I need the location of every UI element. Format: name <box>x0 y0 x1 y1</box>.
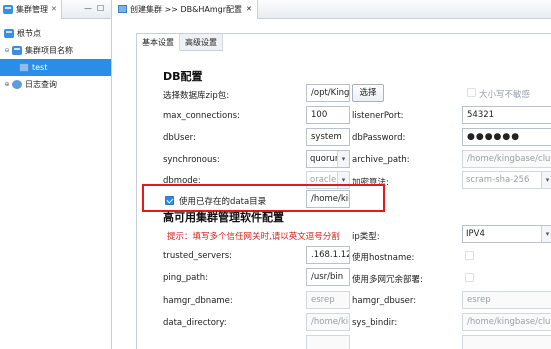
editor-panel: 创建集群 >> DB&HAmgr配置 ✕ 基本设置 高级设置 DB配置 选择数据… <box>113 0 551 349</box>
zip-path-field[interactable]: /opt/Kingb <box>306 84 350 102</box>
cluster-management-panel: 集群管理 ✕ — ☐ 根节点 ⊖ 集群项目名称 test ⊕ 日志查询 <box>0 0 112 349</box>
ping-path-field[interactable]: /usr/bin <box>306 268 350 286</box>
chevron-down-icon[interactable]: ▾ <box>541 172 551 188</box>
data-directory-label: data_directory: <box>163 318 227 328</box>
ha-section-title: 高可用集群管理软件配置 <box>163 211 284 224</box>
use-multi-redundant-label: 使用多网冗余部署: <box>352 275 423 285</box>
db-user-label: dbUser: <box>163 133 196 143</box>
chevron-down-icon[interactable]: ▾ <box>541 226 551 242</box>
node-icon <box>19 63 29 72</box>
cluster-icon <box>12 46 22 55</box>
archive-path-field[interactable]: /home/kingbase/cluster/ <box>462 150 551 168</box>
db-user-field[interactable]: system <box>306 128 350 146</box>
ip-type-label: ip类型: <box>352 232 380 242</box>
ip-type-value: IPV4 <box>466 229 485 239</box>
cluster-icon <box>3 4 13 14</box>
sys-bindir-field[interactable]: /home/kingbase/cluster/ <box>462 313 551 331</box>
tree-item-cluster-project[interactable]: ⊖ 集群项目名称 <box>0 42 111 59</box>
listener-port-label: listenerPort: <box>352 111 404 121</box>
chevron-down-icon[interactable]: ▾ <box>337 151 349 167</box>
sys-bindir-label: sys_bindir: <box>352 318 398 328</box>
use-hostname-label: 使用hostname: <box>352 253 415 263</box>
synchronous-label: synchronous: <box>163 155 220 165</box>
db-password-label: dbPassword: <box>352 133 406 143</box>
max-connections-field[interactable]: 100 <box>306 106 350 124</box>
tree-item-label: test <box>32 63 48 72</box>
hamgr-dbuser-label: hamgr_dbuser: <box>352 296 417 306</box>
maximize-icon[interactable]: ☐ <box>97 4 104 14</box>
use-hostname-checkbox[interactable] <box>465 251 474 260</box>
minimize-icon[interactable]: — <box>84 4 92 14</box>
close-icon[interactable]: ✕ <box>51 5 57 13</box>
tree-item-label: 日志查询 <box>25 80 57 89</box>
db-section-title: DB配置 <box>163 70 203 83</box>
cluster-panel-header: 集群管理 ✕ — ☐ <box>0 0 111 19</box>
encrypt-algorithm-value: scram-sha-256 <box>466 175 530 185</box>
hamgr-dbname-field[interactable]: esrep <box>306 291 350 309</box>
cluster-tree: 根节点 ⊖ 集群项目名称 test ⊕ 日志查询 <box>0 19 111 93</box>
encrypt-algorithm-select[interactable]: scram-sha-256 ▾ <box>462 171 551 189</box>
select-zip-button[interactable]: 选择 <box>352 84 384 102</box>
hamgr-dbuser-field[interactable]: esrep <box>462 291 551 309</box>
hamgr-dbname-label: hamgr_dbname: <box>163 296 233 306</box>
cluster-tab-title: 集群管理 <box>16 4 48 14</box>
highlight-annotation <box>142 184 385 212</box>
tree-item-label: 集群项目名称 <box>25 46 73 55</box>
ip-type-select[interactable]: IPV4 ▾ <box>462 225 551 243</box>
trusted-servers-label: trusted_servers: <box>163 251 233 261</box>
create-cluster-tab[interactable]: 创建集群 >> DB&HAmgr配置 ✕ <box>113 0 258 19</box>
tree-item-test[interactable]: test <box>0 59 111 76</box>
ping-path-label: ping_path: <box>163 273 208 283</box>
tree-item-root[interactable]: 根节点 <box>0 25 111 42</box>
tree-item-label: 根节点 <box>17 29 41 38</box>
cluster-management-tab[interactable]: 集群管理 ✕ <box>0 0 62 19</box>
expand-toggle-icon[interactable]: ⊖ <box>3 47 11 54</box>
zip-label: 选择数据库zip包: <box>163 91 230 101</box>
listener-port-field[interactable]: 54321 <box>462 106 551 124</box>
tab-basic-settings[interactable]: 基本设置 <box>137 34 180 51</box>
log-icon <box>12 80 22 89</box>
trusted-servers-field[interactable]: .168.1.125 <box>306 246 350 264</box>
archive-path-label: archive_path: <box>352 155 410 165</box>
data-directory-field[interactable]: /home/kin( <box>306 313 350 331</box>
synchronous-select[interactable]: quorum ▾ <box>306 150 350 168</box>
tree-item-log-query[interactable]: ⊕ 日志查询 <box>0 76 111 93</box>
expand-toggle-icon[interactable]: ⊕ <box>3 81 11 88</box>
hint-text: 提示：填写多个信任网关时,请以英文逗号分割 <box>167 232 340 242</box>
editor-header: 创建集群 >> DB&HAmgr配置 ✕ <box>113 0 551 19</box>
case-insensitive-label: 大小写不敏感 <box>479 90 531 100</box>
config-content: 基本设置 高级设置 DB配置 选择数据库zip包: /opt/Kingb 选择 … <box>136 33 551 349</box>
editor-tab-title: 创建集群 >> DB&HAmgr配置 <box>130 4 243 14</box>
config-icon <box>118 5 127 13</box>
tab-advanced-settings[interactable]: 高级设置 <box>180 34 223 51</box>
max-connections-label: max_connections: <box>163 111 240 121</box>
close-icon[interactable]: ✕ <box>246 5 252 13</box>
case-insensitive-checkbox[interactable] <box>467 88 476 97</box>
partial-field[interactable] <box>462 335 551 349</box>
sub-tabs: 基本设置 高级设置 <box>137 34 223 51</box>
partial-field[interactable] <box>306 335 350 349</box>
use-multi-redundant-checkbox[interactable] <box>465 273 474 282</box>
db-password-field[interactable]: ●●●●●● <box>462 128 551 146</box>
root-node-icon <box>4 29 14 38</box>
